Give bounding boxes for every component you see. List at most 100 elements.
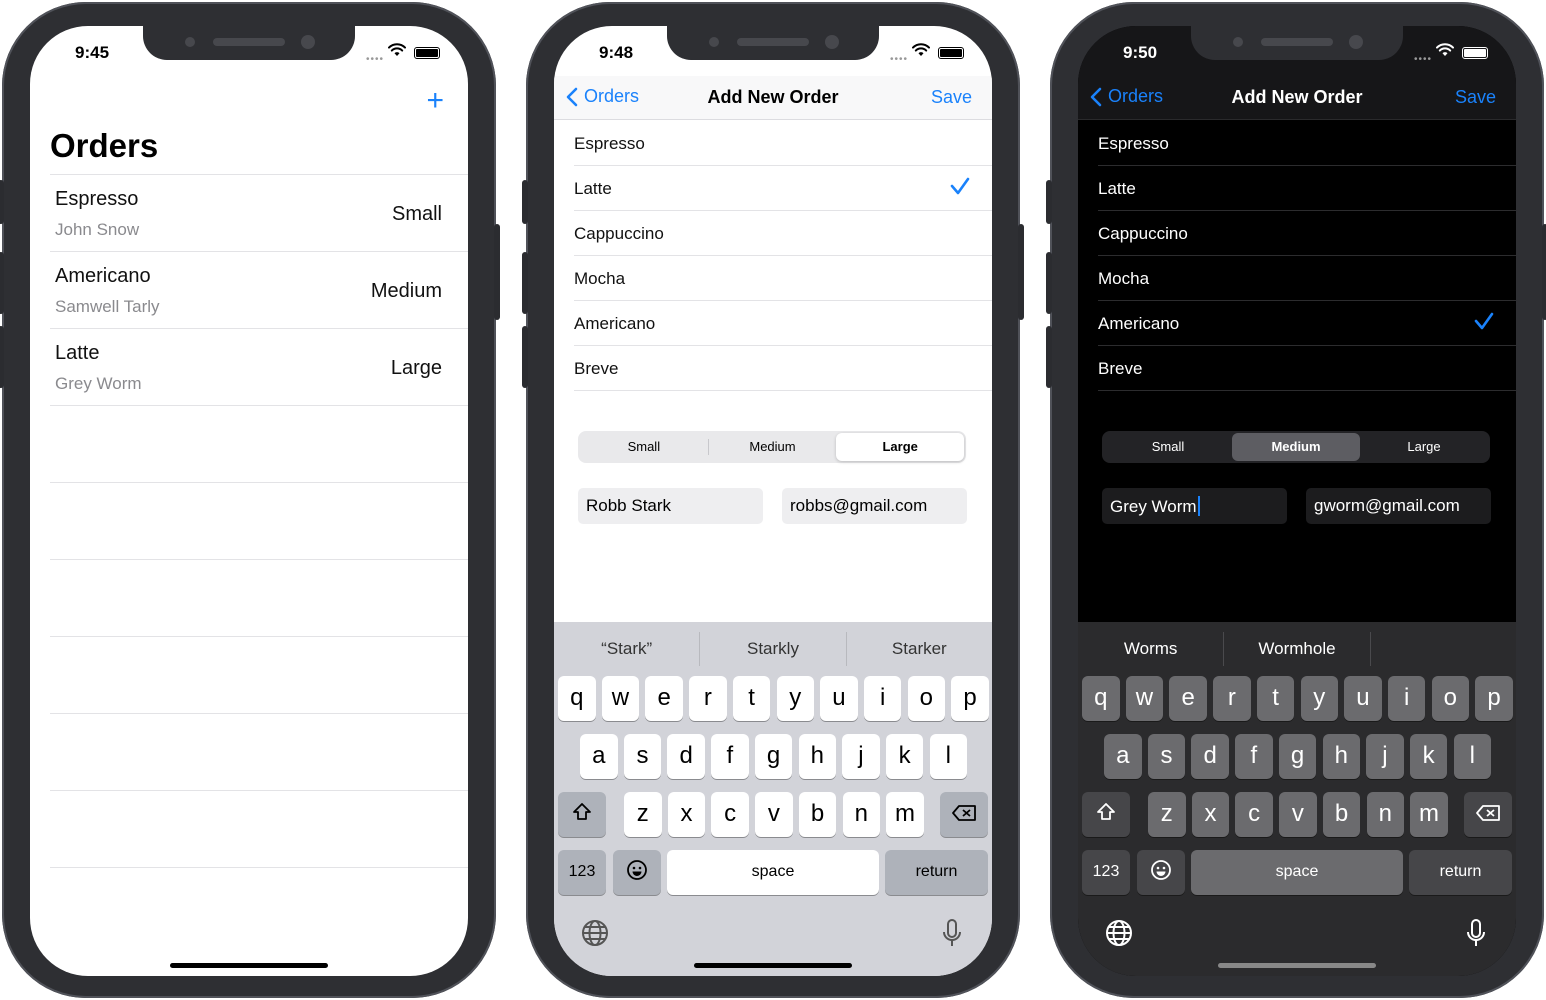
key-o[interactable]: o [1431,676,1470,721]
key-r[interactable]: r [689,676,727,721]
coffee-option[interactable]: Breve [1098,346,1516,391]
key-e[interactable]: e [1169,676,1207,721]
coffee-option[interactable]: Americano [1098,301,1516,346]
coffee-option[interactable]: Espresso [1098,121,1516,166]
numbers-key[interactable]: 123 [1082,850,1130,895]
save-button[interactable]: Save [1455,87,1496,108]
key-d[interactable]: d [1191,734,1229,779]
shift-key[interactable] [558,792,606,837]
coffee-option[interactable]: Cappuccino [574,211,992,256]
key-x[interactable]: x [1191,792,1230,837]
key-p[interactable]: p [951,676,989,721]
home-indicator[interactable] [1218,963,1376,968]
coffee-option[interactable]: Mocha [574,256,992,301]
segment-medium[interactable]: Medium [709,433,837,461]
key-d[interactable]: d [667,734,705,779]
key-f[interactable]: f [1235,734,1273,779]
key-l[interactable]: l [929,734,968,779]
key-b[interactable]: b [798,792,837,837]
key-b[interactable]: b [1322,792,1361,837]
globe-icon[interactable] [580,918,610,948]
suggestion-item[interactable]: Starkly [700,632,847,666]
key-w[interactable]: w [1125,676,1164,721]
key-j[interactable]: j [842,734,880,779]
emoji-key[interactable] [613,850,661,895]
name-field[interactable]: Grey Worm [1102,488,1287,524]
key-g[interactable]: g [754,734,793,779]
key-i[interactable]: i [1387,676,1426,721]
key-g[interactable]: g [1278,734,1317,779]
key-u[interactable]: u [820,676,858,721]
coffee-option[interactable]: Latte [1098,166,1516,211]
key-h[interactable]: h [1322,734,1360,779]
coffee-option[interactable]: Espresso [574,121,992,166]
coffee-option[interactable]: Cappuccino [1098,211,1516,256]
segment-large[interactable]: Large [836,433,965,461]
microphone-icon[interactable] [1466,918,1486,948]
shift-key[interactable] [1082,792,1130,837]
space-key[interactable]: space [1191,850,1403,895]
key-q[interactable]: q [1082,676,1120,721]
suggestion-item[interactable]: Starker [847,632,992,666]
home-indicator[interactable] [694,963,852,968]
coffee-option[interactable]: Latte [574,166,992,211]
return-key[interactable]: return [885,850,988,895]
key-l[interactable]: l [1453,734,1492,779]
key-w[interactable]: w [601,676,640,721]
backspace-key[interactable] [940,792,988,837]
segment-small[interactable]: Small [580,433,708,461]
key-j[interactable]: j [1366,734,1404,779]
numbers-key[interactable]: 123 [558,850,606,895]
list-item[interactable]: Espresso John Snow Small [50,174,468,251]
key-t[interactable]: t [1256,676,1295,721]
globe-icon[interactable] [1104,918,1134,948]
key-u[interactable]: u [1344,676,1382,721]
name-field[interactable]: Robb Stark [578,488,763,524]
key-x[interactable]: x [667,792,706,837]
space-key[interactable]: space [667,850,879,895]
segment-medium[interactable]: Medium [1232,433,1360,461]
coffee-option[interactable]: Americano [574,301,992,346]
key-e[interactable]: e [645,676,683,721]
key-n[interactable]: n [842,792,880,837]
key-y[interactable]: y [776,676,814,721]
suggestion-item[interactable] [1371,632,1516,666]
key-n[interactable]: n [1366,792,1404,837]
key-o[interactable]: o [907,676,946,721]
list-item[interactable]: Americano Samwell Tarly Medium [50,251,468,328]
key-z[interactable]: z [624,792,662,837]
return-key[interactable]: return [1409,850,1512,895]
key-s[interactable]: s [1147,734,1186,779]
suggestion-item[interactable]: “Stark” [554,632,701,666]
segment-large[interactable]: Large [1360,433,1488,461]
key-y[interactable]: y [1300,676,1338,721]
key-p[interactable]: p [1475,676,1513,721]
key-a[interactable]: a [1104,734,1142,779]
key-z[interactable]: z [1148,792,1186,837]
key-s[interactable]: s [623,734,662,779]
key-v[interactable]: v [1279,792,1317,837]
coffee-option[interactable]: Breve [574,346,992,391]
email-field[interactable]: robbs@gmail.com [782,488,967,524]
backspace-key[interactable] [1464,792,1512,837]
key-v[interactable]: v [755,792,793,837]
coffee-option[interactable]: Mocha [1098,256,1516,301]
microphone-icon[interactable] [942,918,962,948]
suggestion-item[interactable]: Worms [1078,632,1225,666]
key-a[interactable]: a [580,734,618,779]
key-k[interactable]: k [1409,734,1448,779]
key-m[interactable]: m [886,792,924,837]
email-field[interactable]: gworm@gmail.com [1306,488,1491,524]
key-k[interactable]: k [885,734,924,779]
key-c[interactable]: c [711,792,749,837]
emoji-key[interactable] [1137,850,1185,895]
key-t[interactable]: t [732,676,771,721]
key-q[interactable]: q [558,676,596,721]
key-c[interactable]: c [1235,792,1273,837]
key-f[interactable]: f [711,734,749,779]
home-indicator[interactable] [170,963,328,968]
add-order-button[interactable]: + [426,84,444,118]
list-item[interactable]: Latte Grey Worm Large [50,328,468,405]
suggestion-item[interactable]: Wormhole [1224,632,1371,666]
key-h[interactable]: h [798,734,836,779]
